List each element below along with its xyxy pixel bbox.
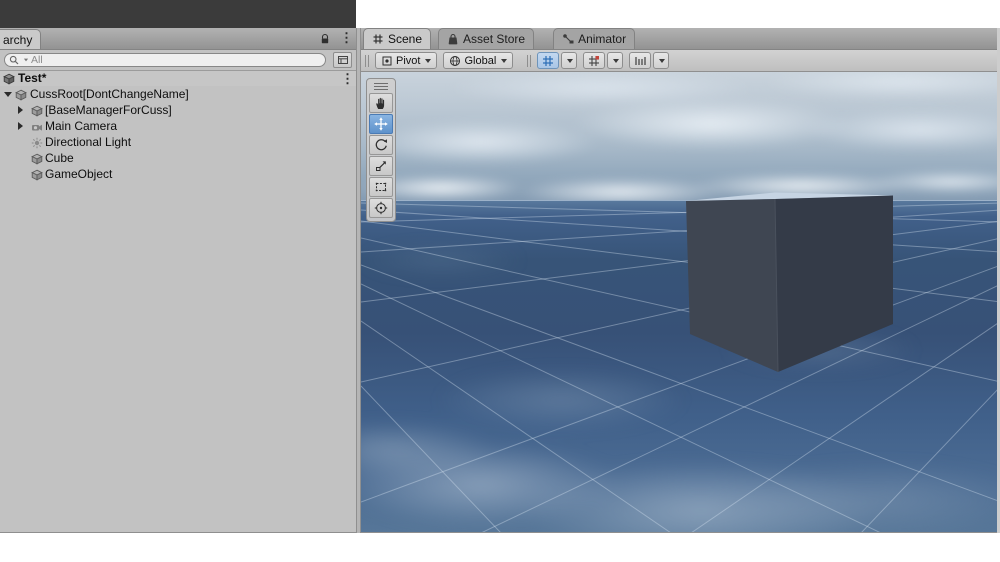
- scale-icon: [374, 159, 388, 173]
- scene-menu-icon[interactable]: ⋮: [341, 71, 354, 86]
- cube-icon: [31, 168, 43, 180]
- hierarchy-tab-bar: archy ⋮: [0, 28, 356, 50]
- scene-tab-bar: Scene Asset Store Animator: [361, 28, 1000, 50]
- globe-icon: [449, 55, 461, 67]
- grid-snap-icon: [542, 55, 554, 67]
- cube-icon: [15, 88, 27, 100]
- hierarchy-menu-icon[interactable]: ⋮: [340, 30, 353, 46]
- animator-icon: [562, 33, 574, 45]
- ruler-snap-dropdown[interactable]: [653, 52, 669, 69]
- tab-asset-store-label: Asset Store: [463, 32, 525, 46]
- lock-icon[interactable]: [319, 32, 331, 44]
- transform-icon: [374, 201, 388, 215]
- tree-item-label: GameObject: [45, 166, 112, 182]
- search-options-button[interactable]: [333, 52, 352, 68]
- dropdown-arrow-icon: [501, 59, 507, 63]
- tree-item-basemanager[interactable]: [BaseManagerForCuss]: [0, 102, 356, 118]
- tree-item-label: Directional Light: [45, 134, 131, 150]
- tab-animator-label: Animator: [578, 32, 626, 46]
- scene-render: [361, 72, 997, 533]
- tree-item-gameobject[interactable]: GameObject: [0, 166, 356, 182]
- scene-name: Test*: [18, 71, 46, 86]
- tool-column-grip-icon[interactable]: [374, 83, 388, 90]
- tree-item-cussroot[interactable]: CussRoot[DontChangeName]: [0, 86, 356, 102]
- cube-object[interactable]: [686, 193, 893, 373]
- expand-arrow-icon[interactable]: [4, 92, 12, 97]
- pivot-icon: [381, 55, 393, 67]
- left-panel-top-strip: [0, 0, 356, 28]
- cube-icon: [31, 152, 43, 164]
- tree-item-label: CussRoot[DontChangeName]: [30, 86, 189, 102]
- toolbar-grip-icon[interactable]: [365, 55, 369, 67]
- transform-tool-button[interactable]: [369, 198, 393, 218]
- dropdown-arrow-icon: [659, 59, 665, 63]
- dropdown-arrow-icon: [425, 59, 431, 63]
- grid-icon: [372, 33, 384, 45]
- cube-icon: [31, 104, 43, 116]
- tree-item-main-camera[interactable]: Main Camera: [0, 118, 356, 134]
- grid-snap-dropdown[interactable]: [561, 52, 577, 69]
- collapsed-arrow-icon[interactable]: [18, 106, 23, 114]
- rect-tool-button[interactable]: [369, 177, 393, 197]
- dropdown-arrow-icon: [567, 59, 573, 63]
- scene-grid: [361, 203, 997, 533]
- search-value: All: [31, 54, 43, 66]
- camera-icon: [31, 120, 43, 132]
- tree-item-label: [BaseManagerForCuss]: [45, 102, 172, 118]
- search-icon: [9, 55, 19, 65]
- move-icon: [374, 117, 388, 131]
- store-icon: [447, 33, 459, 45]
- tree-item-directional-light[interactable]: Directional Light: [0, 134, 356, 150]
- tab-scene-label: Scene: [388, 32, 422, 46]
- tab-scene[interactable]: Scene: [363, 28, 431, 49]
- tree-item-label: Main Camera: [45, 118, 117, 134]
- global-label: Global: [464, 55, 496, 67]
- pivot-dropdown[interactable]: Pivot: [375, 52, 437, 69]
- hierarchy-panel: All Test* ⋮ CussRoot[DontChangeName] [: [0, 50, 356, 533]
- rotate-tool-button[interactable]: [369, 135, 393, 155]
- global-dropdown[interactable]: Global: [443, 52, 513, 69]
- collapsed-arrow-icon[interactable]: [18, 122, 23, 130]
- rect-icon: [374, 180, 388, 194]
- tree-item-label: Cube: [45, 150, 74, 166]
- window-panes-icon: [337, 54, 349, 66]
- scale-tool-button[interactable]: [369, 156, 393, 176]
- light-icon: [31, 136, 43, 148]
- move-tool-button[interactable]: [369, 114, 393, 134]
- rotate-icon: [374, 138, 388, 152]
- increment-snap-toggle[interactable]: [583, 52, 605, 69]
- hand-icon: [374, 96, 388, 110]
- search-input[interactable]: All: [4, 53, 326, 67]
- ruler-snap-toggle[interactable]: [629, 52, 651, 69]
- pivot-label: Pivot: [396, 55, 420, 67]
- hand-tool-button[interactable]: [369, 93, 393, 113]
- scene-toolbar: Pivot Global: [361, 50, 1000, 72]
- unity-scene-icon: [3, 72, 15, 84]
- dropdown-arrow-icon: [613, 59, 619, 63]
- tab-hierarchy[interactable]: archy: [0, 29, 41, 50]
- unity-editor-window: archy ⋮ All Test* ⋮ CussRo: [0, 0, 1000, 562]
- increment-snap-dropdown[interactable]: [607, 52, 623, 69]
- increment-snap-icon: [588, 55, 600, 67]
- scene-viewport[interactable]: [361, 72, 997, 533]
- scene-header-row[interactable]: Test* ⋮: [0, 70, 356, 86]
- scene-tool-column: [366, 78, 396, 222]
- search-filter-caret-icon[interactable]: [24, 59, 28, 62]
- tab-animator[interactable]: Animator: [553, 28, 635, 49]
- ruler-icon: [634, 55, 646, 67]
- tab-hierarchy-label: archy: [3, 33, 32, 47]
- toolbar-grip-icon[interactable]: [527, 55, 531, 67]
- tree-item-cube[interactable]: Cube: [0, 150, 356, 166]
- tab-asset-store[interactable]: Asset Store: [438, 28, 534, 49]
- grid-snap-toggle[interactable]: [537, 52, 559, 69]
